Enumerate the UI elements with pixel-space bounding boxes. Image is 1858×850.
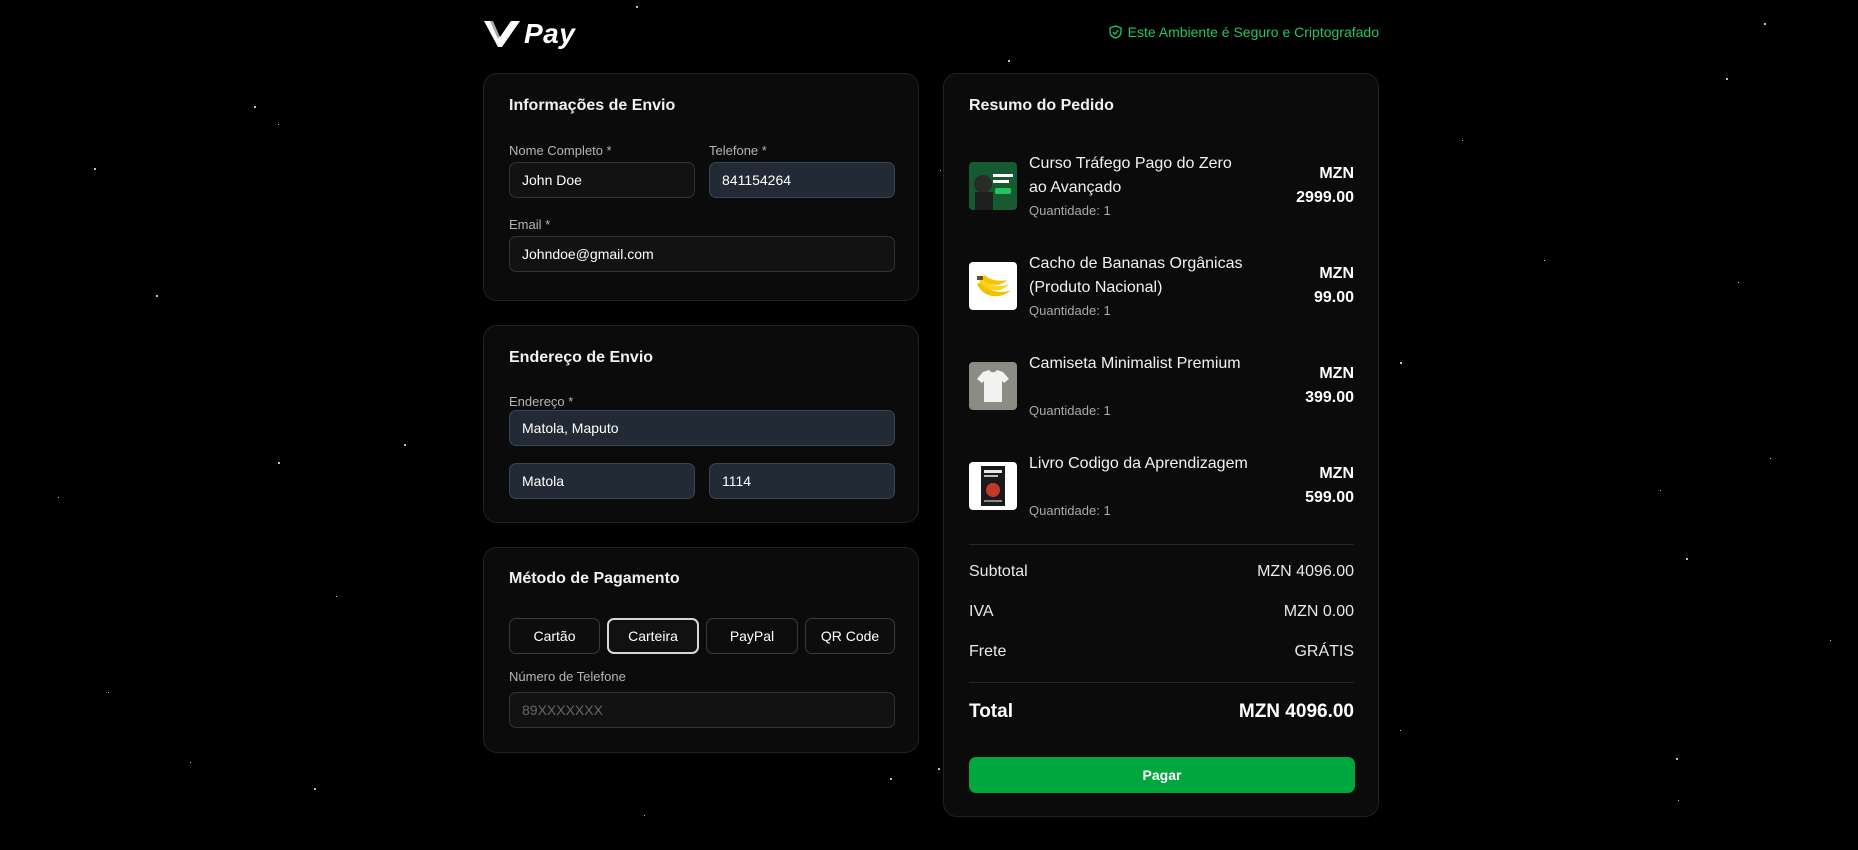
item-quantity: Quantidade: 1 (1029, 303, 1111, 318)
item-amount: 599.00 (1305, 489, 1354, 506)
shipping-cost-value: GRÁTIS (1294, 643, 1354, 660)
item-price: MZN 599.00 (1274, 462, 1354, 510)
email-label: Email * (509, 217, 551, 232)
tshirt-thumbnail (969, 362, 1017, 410)
total-row: Total MZN 4096.00 (969, 701, 1354, 723)
shipping-info-card: Informações de Envio Nome Completo * Tel… (483, 73, 919, 301)
item-currency: MZN (1319, 365, 1354, 382)
order-summary-title: Resumo do Pedido (969, 97, 1114, 114)
item-quantity: Quantidade: 1 (1029, 403, 1111, 418)
item-name: Livro Codigo da Aprendizagem (1029, 455, 1248, 472)
subtotal-label: Subtotal (969, 563, 1028, 580)
wallet-phone-input[interactable] (509, 692, 895, 728)
email-input[interactable] (509, 236, 895, 272)
shield-check-icon (1108, 25, 1122, 39)
item-currency: MZN (1319, 265, 1354, 282)
phone-label: Telefone * (709, 143, 767, 158)
full-name-label: Nome Completo * (509, 143, 612, 158)
item-price: MZN 2999.00 (1274, 162, 1354, 210)
shipping-row: Frete GRÁTIS (969, 643, 1354, 661)
item-amount: 99.00 (1313, 289, 1354, 306)
order-summary-card: Resumo do Pedido Curso Tráfego Pago do Z… (943, 73, 1379, 817)
payment-tab-paypal[interactable]: PayPal (706, 618, 798, 654)
order-item: Cacho de Bananas Orgânicas (Produto Naci… (969, 252, 1354, 322)
secure-notice: Este Ambiente é Seguro e Criptografado (1108, 24, 1379, 40)
subtotal-row: Subtotal MZN 4096.00 (969, 563, 1354, 581)
full-name-input[interactable] (509, 162, 695, 198)
tax-value: MZN 0.00 (1283, 603, 1354, 620)
pay-button[interactable]: Pagar (969, 757, 1355, 793)
item-name: Cacho de Bananas Orgânicas (Produto Naci… (1029, 255, 1243, 296)
item-quantity: Quantidade: 1 (1029, 503, 1111, 518)
payment-method-card: Método de Pagamento Cartão Carteira PayP… (483, 547, 919, 753)
shipping-address-title: Endereço de Envio (509, 349, 654, 366)
item-currency: MZN (1319, 465, 1354, 482)
order-item: Curso Tráfego Pago do Zero ao Avançado Q… (969, 152, 1354, 222)
payment-tab-wallet[interactable]: Carteira (607, 618, 699, 654)
brand-v-icon (484, 21, 520, 47)
item-amount: 2999.00 (1296, 189, 1354, 206)
payment-tab-card[interactable]: Cartão (509, 618, 600, 654)
tax-label: IVA (969, 603, 994, 620)
secure-notice-text: Este Ambiente é Seguro e Criptografado (1127, 24, 1379, 40)
item-currency: MZN (1319, 165, 1354, 182)
summary-divider (969, 682, 1354, 683)
item-name: Curso Tráfego Pago do Zero ao Avançado (1029, 155, 1232, 196)
book-thumbnail (969, 462, 1017, 510)
item-price: MZN 99.00 (1274, 262, 1354, 310)
address-input[interactable] (509, 410, 895, 446)
brand-name: Pay (524, 18, 576, 49)
tax-row: IVA MZN 0.00 (969, 603, 1354, 621)
brand-logo[interactable]: Pay (484, 17, 575, 51)
course-thumbnail (969, 162, 1017, 210)
total-label: Total (969, 701, 1013, 722)
summary-divider (969, 544, 1354, 545)
bananas-thumbnail (969, 262, 1017, 310)
city-input[interactable] (509, 463, 695, 499)
order-item: Livro Codigo da Aprendizagem Quantidade:… (969, 452, 1354, 522)
shipping-info-title: Informações de Envio (509, 97, 676, 114)
total-value: MZN 4096.00 (1238, 701, 1354, 722)
shipping-cost-label: Frete (969, 643, 1007, 660)
zip-code-input[interactable] (709, 463, 895, 499)
item-quantity: Quantidade: 1 (1029, 203, 1111, 218)
item-amount: 399.00 (1305, 389, 1354, 406)
item-name: Camiseta Minimalist Premium (1029, 355, 1241, 372)
payment-method-title: Método de Pagamento (509, 570, 680, 587)
wallet-phone-label: Número de Telefone (509, 669, 626, 684)
order-item: Camiseta Minimalist Premium Quantidade: … (969, 352, 1354, 422)
subtotal-value: MZN 4096.00 (1257, 563, 1354, 580)
payment-tab-qr-code[interactable]: QR Code (805, 618, 895, 654)
address-label: Endereço * (509, 394, 574, 409)
item-price: MZN 399.00 (1274, 362, 1354, 410)
shipping-address-card: Endereço de Envio Endereço * (483, 325, 919, 523)
phone-input[interactable] (709, 162, 895, 198)
starfield-background (0, 0, 1858, 850)
